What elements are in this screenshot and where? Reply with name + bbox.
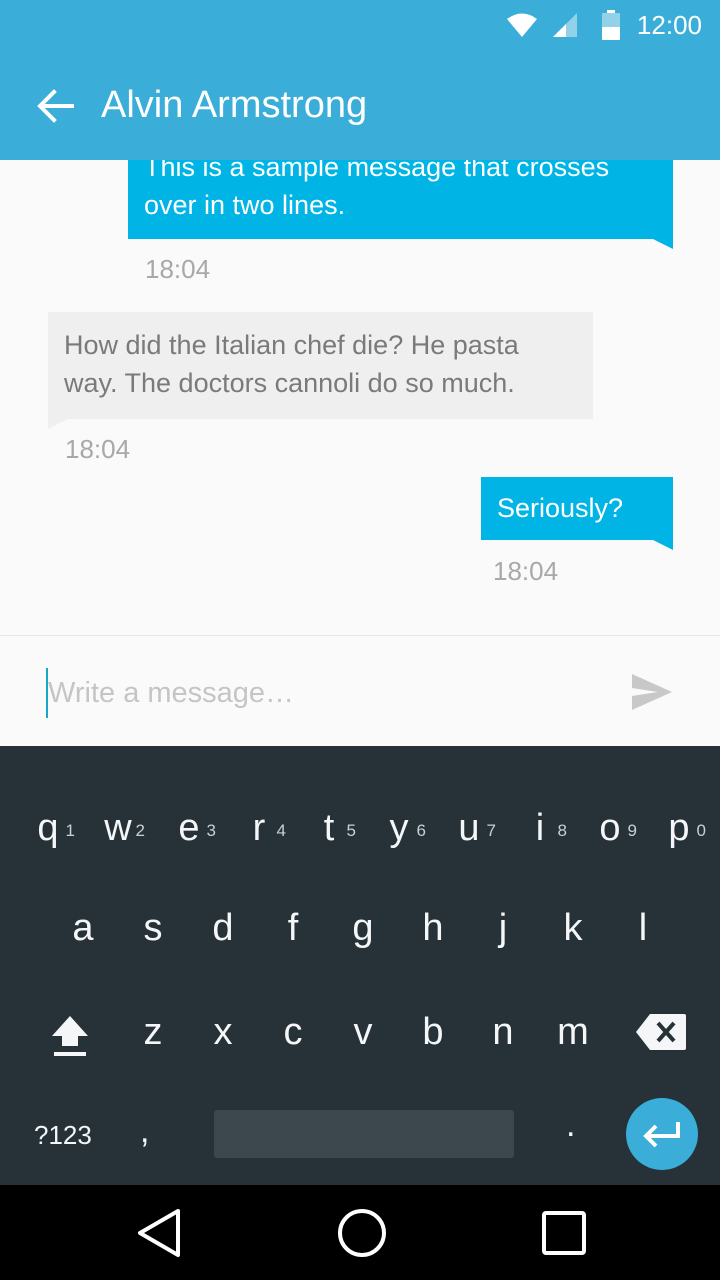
key-v[interactable]: v xyxy=(328,984,398,1080)
message-line: over in two lines. xyxy=(144,190,346,220)
key-u[interactable]: 7u xyxy=(434,780,504,876)
status-time: 12:00 xyxy=(636,10,702,40)
message-input[interactable] xyxy=(48,666,608,720)
key-e[interactable]: 3e xyxy=(154,780,224,876)
key-s[interactable]: s xyxy=(118,880,188,976)
comma-key[interactable]: , xyxy=(140,1112,149,1151)
message-timestamp: 18:04 xyxy=(493,556,559,586)
key-label: f xyxy=(287,907,299,949)
incoming-message[interactable]: How did the Italian chef die? He pasta w… xyxy=(48,312,593,419)
space-key[interactable] xyxy=(214,1110,514,1158)
key-label: j xyxy=(498,907,508,949)
key-hint: 2 xyxy=(135,821,145,840)
key-hint: 4 xyxy=(276,821,286,840)
message-composer xyxy=(0,635,720,746)
back-arrow-icon[interactable] xyxy=(36,86,76,126)
key-f[interactable]: f xyxy=(258,880,328,976)
key-m[interactable]: m xyxy=(538,984,608,1080)
wifi-icon xyxy=(507,13,537,37)
bubble-tail xyxy=(48,419,68,429)
message-text: Seriously? xyxy=(497,493,624,523)
outgoing-message[interactable]: This is a sample message that crosses ov… xyxy=(128,160,673,239)
key-hint: 5 xyxy=(346,821,356,840)
backspace-icon[interactable] xyxy=(636,1014,686,1050)
key-label: d xyxy=(212,907,234,949)
key-hint: 3 xyxy=(206,821,216,840)
key-hint: 6 xyxy=(416,821,426,840)
period-key[interactable]: . xyxy=(566,1106,575,1145)
conversation-title: Alvin Armstrong xyxy=(101,84,368,126)
key-j[interactable]: j xyxy=(468,880,538,976)
key-n[interactable]: n xyxy=(468,984,538,1080)
key-hint: 0 xyxy=(696,821,706,840)
signal-icon xyxy=(553,13,577,37)
message-line: This is a sample message that crosses xyxy=(144,160,610,182)
nav-home-icon[interactable] xyxy=(336,1207,388,1259)
key-label: x xyxy=(213,1011,233,1053)
key-label: b xyxy=(422,1011,444,1053)
outgoing-message[interactable]: Seriously? xyxy=(481,477,673,540)
system-nav-bar xyxy=(0,1185,720,1280)
key-label: c xyxy=(283,1011,303,1053)
key-label: h xyxy=(422,907,444,949)
key-l[interactable]: l xyxy=(608,880,678,976)
key-d[interactable]: d xyxy=(188,880,258,976)
key-hint: 8 xyxy=(557,821,567,840)
key-k[interactable]: k xyxy=(538,880,608,976)
status-bar: 12:00 xyxy=(0,0,720,50)
bubble-tail xyxy=(653,239,673,249)
enter-key[interactable] xyxy=(626,1098,698,1170)
key-h[interactable]: h xyxy=(398,880,468,976)
key-t[interactable]: 5t xyxy=(294,780,364,876)
message-timestamp: 18:04 xyxy=(145,254,211,284)
key-w[interactable]: 2w xyxy=(83,780,153,876)
symbols-key[interactable]: ?123 xyxy=(34,1120,92,1151)
key-a[interactable]: a xyxy=(48,880,118,976)
key-label: m xyxy=(557,1011,589,1053)
key-o[interactable]: 9o xyxy=(575,780,645,876)
key-hint: 7 xyxy=(486,821,496,840)
key-hint: 1 xyxy=(65,821,75,840)
key-y[interactable]: 6y xyxy=(364,780,434,876)
battery-icon xyxy=(602,10,620,40)
key-hint: 9 xyxy=(627,821,637,840)
key-label: n xyxy=(492,1011,514,1053)
key-z[interactable]: z xyxy=(118,984,188,1080)
key-r[interactable]: 4r xyxy=(224,780,294,876)
send-icon[interactable] xyxy=(630,672,674,712)
bubble-tail xyxy=(653,540,673,550)
app-bar: 12:00 Alvin Armstrong xyxy=(0,0,720,160)
key-x[interactable]: x xyxy=(188,984,258,1080)
message-line: How did the Italian chef die? He pasta xyxy=(64,330,519,360)
key-label: l xyxy=(638,907,648,949)
message-timestamp: 18:04 xyxy=(65,434,131,464)
shift-icon[interactable] xyxy=(48,1012,92,1058)
key-label: z xyxy=(143,1011,163,1053)
enter-icon xyxy=(643,1122,680,1148)
nav-back-icon[interactable] xyxy=(134,1207,186,1259)
nav-recents-icon[interactable] xyxy=(538,1207,590,1259)
message-line: way. The doctors cannoli do so much. xyxy=(64,368,515,398)
key-label: s xyxy=(143,907,163,949)
message-list[interactable]: This is a sample message that crosses ov… xyxy=(0,160,720,635)
key-q[interactable]: 1q xyxy=(13,780,83,876)
key-label: v xyxy=(353,1011,373,1053)
key-label: g xyxy=(352,907,374,949)
key-label: k xyxy=(563,907,583,949)
key-p[interactable]: 0p xyxy=(644,780,714,876)
key-i[interactable]: 8i xyxy=(505,780,575,876)
key-c[interactable]: c xyxy=(258,984,328,1080)
key-g[interactable]: g xyxy=(328,880,398,976)
key-label: a xyxy=(72,907,94,949)
key-b[interactable]: b xyxy=(398,984,468,1080)
soft-keyboard: 1q 2w 3e 4r 5t 6y 7u 8i 9o 0p a s d f g … xyxy=(0,746,720,1185)
